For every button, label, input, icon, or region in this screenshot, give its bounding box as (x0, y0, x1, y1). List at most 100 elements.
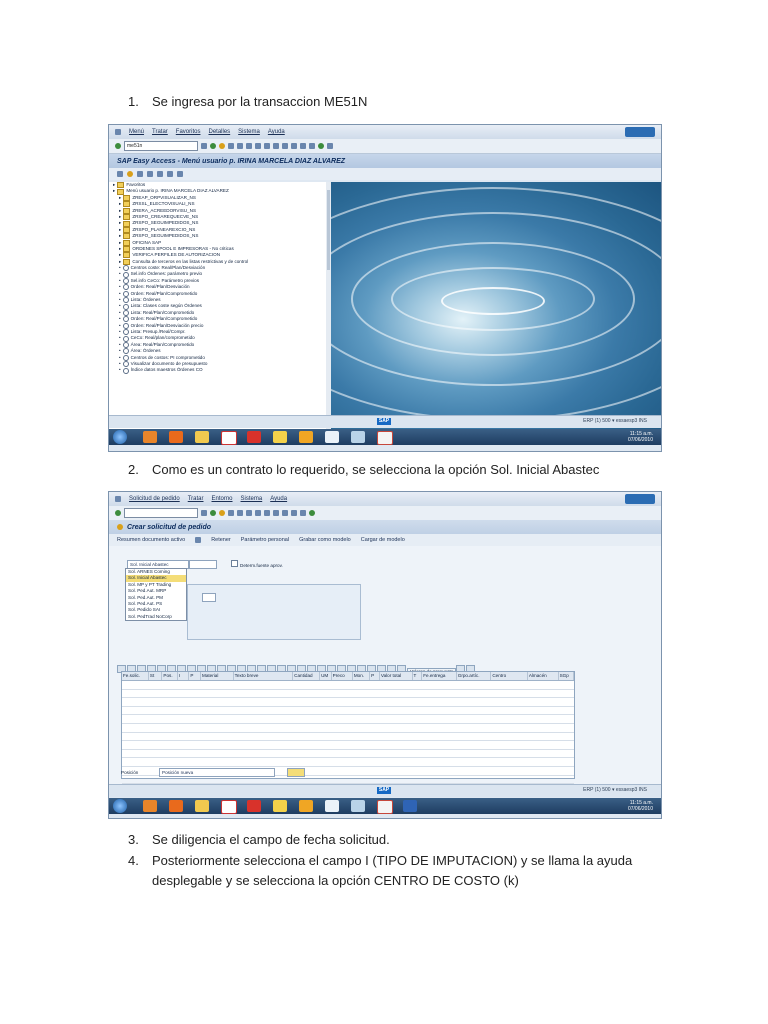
load-template-button[interactable]: Cargar de modelo (361, 537, 405, 543)
column-header[interactable]: Cantidad (293, 672, 321, 680)
exit-icon[interactable] (219, 143, 225, 149)
help-icon[interactable] (318, 143, 324, 149)
column-header[interactable]: Preco (332, 672, 353, 680)
chrome-icon[interactable] (143, 431, 157, 443)
outlook-icon[interactable] (299, 800, 313, 812)
notepad-icon[interactable] (351, 431, 365, 443)
enter-icon[interactable] (115, 143, 121, 149)
column-header[interactable]: P (189, 672, 201, 680)
table-row[interactable] (122, 724, 574, 733)
add-favorite-icon[interactable] (137, 171, 143, 177)
menu-item[interactable]: Tratar (188, 496, 204, 502)
column-header[interactable]: Material (201, 672, 234, 680)
change-favorite-icon[interactable] (157, 171, 163, 177)
document-number-field[interactable] (189, 560, 217, 569)
find-icon[interactable] (246, 143, 252, 149)
pdf-icon[interactable] (247, 431, 261, 443)
find-icon[interactable] (246, 510, 252, 516)
table-row[interactable] (122, 758, 574, 767)
command-field[interactable] (124, 508, 198, 518)
menu-icon[interactable] (117, 171, 123, 177)
help-icon[interactable] (309, 510, 315, 516)
column-header[interactable]: SGp (559, 672, 575, 680)
menu-item[interactable]: Ayuda (270, 496, 287, 502)
column-header[interactable]: Grpo.artíc. (457, 672, 492, 680)
menu-item[interactable]: Sistema (241, 496, 263, 502)
notepad-icon[interactable] (351, 800, 365, 812)
sap-logon-icon[interactable] (325, 800, 339, 812)
start-icon[interactable] (113, 430, 127, 444)
expand-arrow-icon[interactable]: • (119, 367, 121, 373)
tree-item[interactable]: • Índice datos maestros Órdenes CO (109, 367, 331, 374)
menu-item[interactable]: Sistema (238, 129, 260, 135)
chrome-icon[interactable] (143, 800, 157, 812)
outlook-icon[interactable] (299, 431, 313, 443)
exit-icon[interactable] (219, 510, 225, 516)
table-row[interactable] (122, 690, 574, 699)
menu-item[interactable]: Ayuda (268, 129, 285, 135)
position-select[interactable]: Posición nueva (159, 768, 275, 777)
document-type-dropdown[interactable]: Sol. ARNES Coming Sol. Inicial Abastec Sol… (125, 568, 187, 622)
save-as-template-button[interactable]: Grabar como modelo (299, 537, 351, 543)
prev-page-icon[interactable] (273, 510, 279, 516)
pdf-icon[interactable] (247, 800, 261, 812)
column-header[interactable]: T (413, 672, 423, 680)
hold-button[interactable]: Retener (211, 537, 231, 543)
column-header[interactable]: Mon. (353, 672, 371, 680)
delete-favorite-icon[interactable] (147, 171, 153, 177)
folder-icon[interactable] (273, 431, 287, 443)
column-header[interactable]: P (370, 672, 380, 680)
expand-up-icon[interactable] (177, 171, 183, 177)
word-icon[interactable] (403, 800, 417, 812)
acrobat-icon[interactable] (221, 800, 237, 814)
column-header[interactable]: Almacén (528, 672, 559, 680)
next-page-icon[interactable] (282, 143, 288, 149)
first-page-icon[interactable] (264, 510, 270, 516)
next-page-icon[interactable] (282, 510, 288, 516)
menu-item[interactable]: Menú (129, 129, 144, 135)
acrobat-icon[interactable] (221, 431, 237, 445)
find-next-icon[interactable] (255, 510, 261, 516)
column-header[interactable]: Fe.entrega (422, 672, 457, 680)
table-row[interactable] (122, 707, 574, 716)
cancel-icon[interactable] (228, 143, 234, 149)
column-header[interactable]: Centro (491, 672, 528, 680)
menu-item[interactable]: Solicitud de pedido (129, 496, 180, 502)
source-determination-checkbox[interactable]: Determ.fuente aprov. (231, 560, 283, 568)
first-page-icon[interactable] (264, 143, 270, 149)
table-row[interactable] (122, 750, 574, 759)
last-page-icon[interactable] (291, 510, 297, 516)
cancel-icon[interactable] (228, 510, 234, 516)
start-icon[interactable] (113, 799, 127, 813)
shortcut-icon[interactable] (309, 143, 315, 149)
explorer-icon[interactable] (195, 800, 209, 812)
column-header[interactable]: Fe.solic. (122, 672, 149, 680)
window-controls[interactable] (625, 494, 655, 504)
personal-setting-button[interactable]: Parámetro personal (241, 537, 289, 543)
back-icon[interactable] (210, 510, 216, 516)
dropdown-option[interactable]: Sol. PedTrad NoCorp (126, 614, 186, 620)
print-icon[interactable] (237, 143, 243, 149)
summary-button[interactable]: Resumen documento activo (117, 537, 185, 543)
position-nav-buttons[interactable] (287, 768, 305, 777)
find-next-icon[interactable] (255, 143, 261, 149)
new-document-icon[interactable] (195, 537, 202, 543)
column-header[interactable]: Valor total (380, 672, 413, 680)
menu-item[interactable]: Detalles (208, 129, 230, 135)
enter-icon[interactable] (115, 510, 121, 516)
powerpoint-icon[interactable] (377, 431, 393, 445)
back-icon[interactable] (210, 143, 216, 149)
sap-logon-icon[interactable] (325, 431, 339, 443)
expand-arrow-icon[interactable]: ▸ (113, 188, 115, 194)
header-field[interactable] (202, 593, 216, 602)
table-row[interactable] (122, 715, 574, 724)
column-header[interactable]: St (149, 672, 163, 680)
new-session-icon[interactable] (300, 143, 306, 149)
column-header[interactable]: Texto breve (234, 672, 294, 680)
column-header[interactable]: Pos. (162, 672, 178, 680)
media-player-icon[interactable] (169, 431, 183, 443)
folder-icon[interactable] (273, 800, 287, 812)
menu-item[interactable]: Favoritos (176, 129, 201, 135)
favorites-icon[interactable] (127, 171, 133, 177)
table-row[interactable] (122, 681, 574, 690)
